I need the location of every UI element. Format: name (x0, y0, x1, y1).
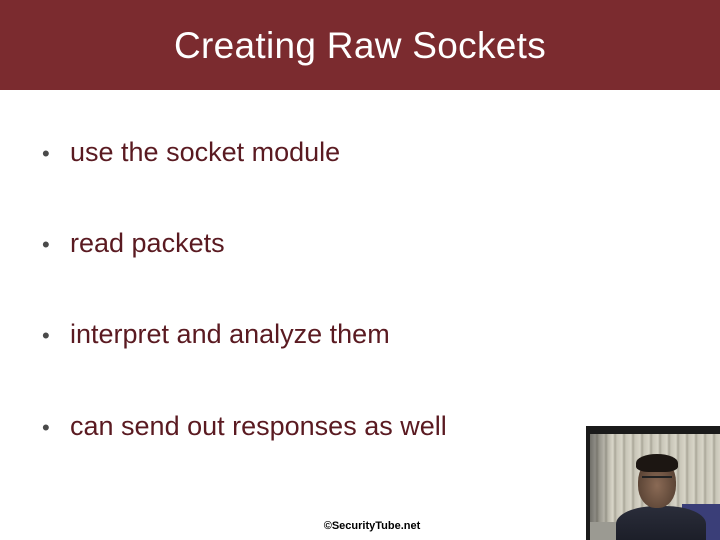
bullet-item: • read packets (42, 228, 225, 259)
bullet-text: interpret and analyze them (70, 319, 390, 349)
bullet-icon: • (42, 415, 50, 440)
presenter-hair-image (636, 454, 678, 472)
slide: Creating Raw Sockets • use the socket mo… (0, 0, 720, 540)
bullet-icon: • (42, 232, 50, 257)
presenter-video-feed (586, 426, 720, 540)
presenter-glasses-image (642, 476, 672, 484)
bullet-text: can send out responses as well (70, 411, 447, 441)
bullet-icon: • (42, 323, 50, 348)
bullet-text: use the socket module (70, 137, 341, 167)
bullet-text: read packets (70, 228, 225, 258)
bullet-icon: • (42, 141, 50, 166)
bullet-item: • use the socket module (42, 137, 340, 168)
bullet-item: • interpret and analyze them (42, 319, 390, 350)
presenter-body-image (616, 506, 706, 540)
bullet-item: • can send out responses as well (42, 411, 447, 442)
